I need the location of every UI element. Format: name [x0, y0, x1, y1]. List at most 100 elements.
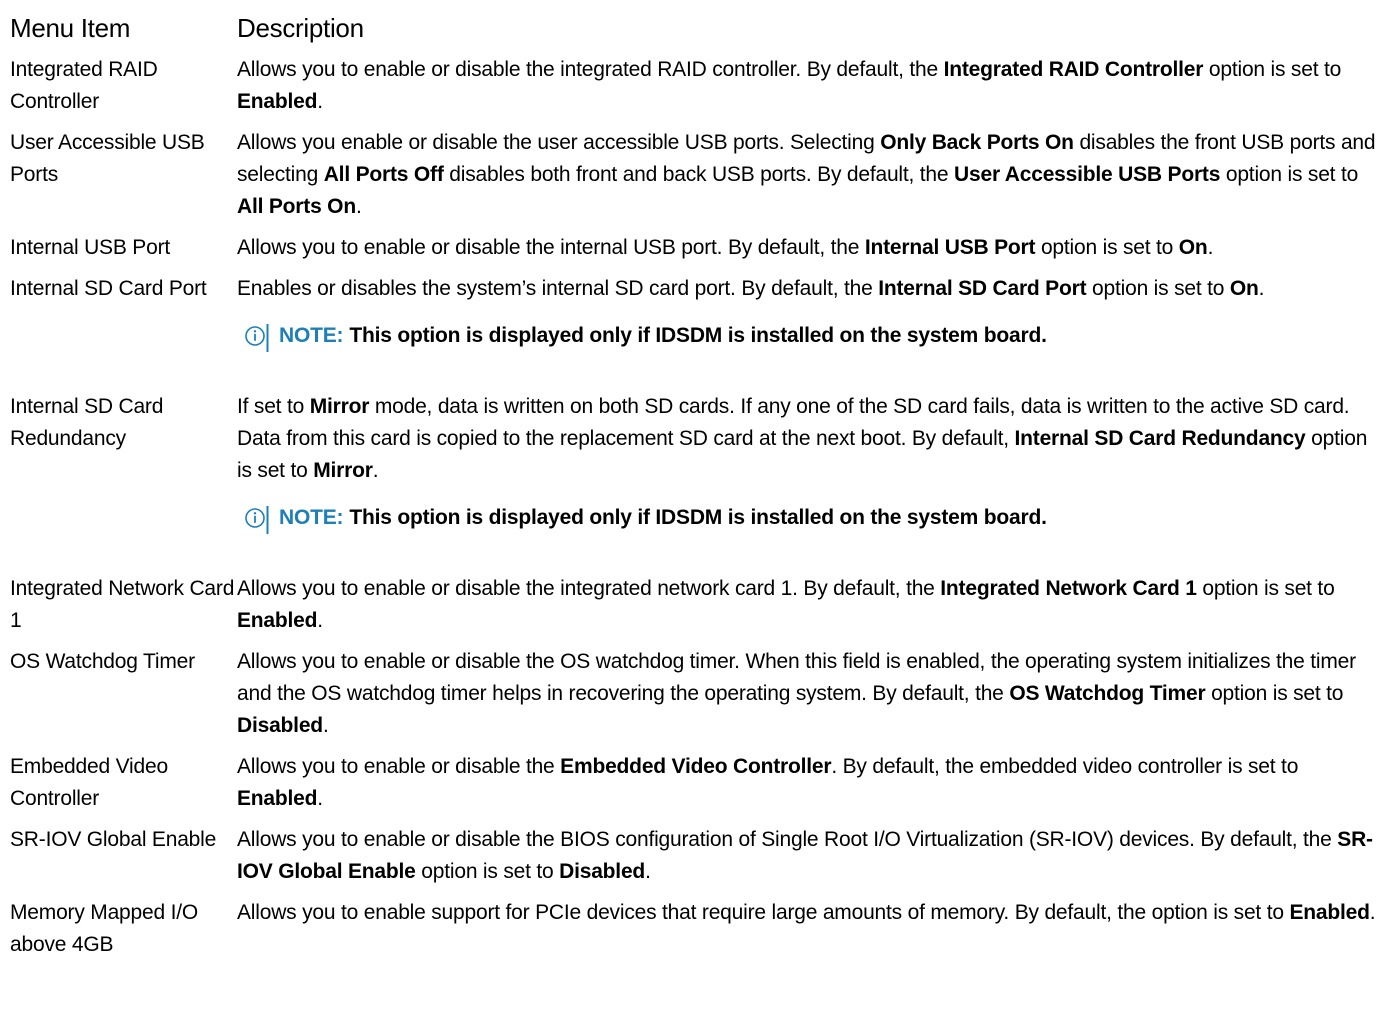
- description-segment: .: [317, 90, 323, 113]
- description-bold-term: User Accessible USB Ports: [954, 163, 1221, 186]
- info-icon: [245, 502, 269, 534]
- menu-item-description: Allows you enable or disable the user ac…: [237, 127, 1378, 223]
- description-segment: disables both front and back USB ports. …: [443, 163, 955, 186]
- description-bold-term: Internal SD Card Redundancy: [1014, 427, 1306, 450]
- description-segment: .: [317, 609, 323, 632]
- description-segment: .: [1369, 901, 1376, 924]
- menu-item-description: Allows you to enable or disable the inte…: [237, 573, 1378, 637]
- description-text: Allows you to enable or disable the inte…: [237, 232, 1378, 264]
- bios-settings-table: Menu Item Description Integrated RAID Co…: [10, 12, 1378, 970]
- menu-item-description: Allows you to enable or disable the inte…: [237, 54, 1378, 118]
- description-text: Allows you to enable or disable the inte…: [237, 573, 1378, 637]
- note-label: NOTE:: [279, 506, 344, 529]
- description-segment: option is set to: [1196, 577, 1335, 600]
- menu-item-description: Allows you to enable or disable the OS w…: [237, 646, 1378, 742]
- menu-item-name: Internal SD Card Port: [10, 277, 207, 300]
- description-bold-term: Enabled: [237, 90, 318, 113]
- menu-item-description: Allows you to enable or disable the Embe…: [237, 751, 1378, 815]
- description-bold-term: OS Watchdog Timer: [1009, 682, 1206, 705]
- description-segment: Allows you to enable or disable the: [237, 755, 561, 778]
- description-segment: option is set to: [1086, 277, 1230, 300]
- description-segment: .: [1207, 236, 1214, 259]
- description-segment: option is set to: [1035, 236, 1179, 259]
- menu-item-name: Integrated RAID Controller: [10, 58, 158, 113]
- description-bold-term: Integrated Network Card 1: [940, 577, 1197, 600]
- description-bold-term: Only Back Ports On: [880, 131, 1074, 154]
- menu-item-name: Internal SD Card Redundancy: [10, 395, 164, 450]
- description-bold-term: Integrated RAID Controller: [943, 58, 1204, 81]
- note-label: NOTE:: [279, 324, 344, 347]
- description-text: Allows you enable or disable the user ac…: [237, 127, 1378, 223]
- menu-item-name: Integrated Network Card 1: [10, 577, 235, 632]
- description-segment: .: [372, 459, 379, 482]
- description-bold-term: Internal USB Port: [864, 236, 1036, 259]
- note-callout: NOTE: This option is displayed only if ID…: [237, 320, 1378, 352]
- table-header: Menu Item Description: [10, 12, 1378, 54]
- description-segment: .: [317, 787, 323, 810]
- menu-item-description: Allows you to enable support for PCIe de…: [237, 897, 1378, 929]
- description-segment: Allows you to enable support for PCIe de…: [237, 901, 1290, 924]
- menu-item-name: User Accessible USB Ports: [10, 131, 205, 186]
- description-bold-term: On: [1178, 236, 1208, 259]
- description-text: Allows you to enable or disable the OS w…: [237, 646, 1378, 742]
- menu-item-name: Embedded Video Controller: [10, 755, 168, 810]
- menu-item-name: OS Watchdog Timer: [10, 650, 195, 673]
- description-segment: Allows you to enable or disable the inte…: [237, 236, 865, 259]
- menu-item-description: Allows you to enable or disable the inte…: [237, 232, 1378, 264]
- table-row: Internal USB Port Allows you to enable or…: [10, 232, 1378, 264]
- description-bold-term: Mirror: [313, 459, 373, 482]
- table-body: Integrated RAID Controller Allows you to …: [10, 54, 1378, 961]
- description-segment: .: [355, 195, 362, 218]
- description-text: Allows you to enable support for PCIe de…: [237, 897, 1378, 929]
- description-bold-term: Mirror: [309, 395, 370, 418]
- description-segment: Allows you to enable or disable the inte…: [237, 58, 944, 81]
- description-bold-term: All Ports Off: [323, 163, 444, 186]
- description-segment: .: [645, 860, 651, 883]
- description-segment: Enables or disables the system’s interna…: [237, 277, 879, 300]
- menu-item-name: Internal USB Port: [10, 236, 171, 259]
- table-row: OS Watchdog Timer Allows you to enable or…: [10, 646, 1378, 742]
- description-bold-term: Disabled: [559, 860, 646, 883]
- menu-item-name: Memory Mapped I/O above 4GB: [10, 901, 198, 956]
- description-text: Allows you to enable or disable the Embe…: [237, 751, 1378, 815]
- description-text: Allows you to enable or disable the inte…: [237, 54, 1378, 118]
- description-segment: option is set to: [1203, 58, 1342, 81]
- note-callout: NOTE: This option is displayed only if ID…: [237, 502, 1378, 534]
- description-text: If set to Mirror mode, data is written o…: [237, 391, 1378, 487]
- description-segment: If set to: [237, 395, 310, 418]
- description-segment: Allows you to enable or disable the inte…: [237, 577, 941, 600]
- header-menu-item: Menu Item: [10, 13, 131, 43]
- menu-item-name: SR-IOV Global Enable: [10, 828, 217, 851]
- note-text: This option is displayed only if IDSDM i…: [349, 506, 1047, 529]
- description-bold-term: Internal SD Card Port: [878, 277, 1087, 300]
- menu-item-description: Allows you to enable or disable the BIOS…: [237, 824, 1378, 888]
- description-segment: option is set to: [1205, 682, 1344, 705]
- description-text: Enables or disables the system’s interna…: [237, 273, 1378, 305]
- table-row: Integrated RAID Controller Allows you to …: [10, 54, 1378, 118]
- description-segment: .: [1258, 277, 1265, 300]
- description-segment: Allows you enable or disable the user ac…: [237, 131, 881, 154]
- table-row: SR-IOV Global Enable Allows you to enable…: [10, 824, 1378, 888]
- description-segment: Allows you to enable or disable the BIOS…: [237, 828, 1338, 851]
- description-bold-term: Enabled: [237, 609, 318, 632]
- table-row: Internal SD Card Redundancy If set to Mir…: [10, 391, 1378, 534]
- table-row: Internal SD Card Port Enables or disables…: [10, 273, 1378, 352]
- menu-item-description: Enables or disables the system’s interna…: [237, 273, 1378, 352]
- table-row: Integrated Network Card 1 Allows you to e…: [10, 573, 1378, 637]
- table-row: User Accessible USB Ports Allows you enab…: [10, 127, 1378, 223]
- description-segment: option is set to: [1220, 163, 1359, 186]
- description-segment: .: [322, 714, 329, 737]
- description-bold-term: Embedded Video Controller: [560, 755, 832, 778]
- description-bold-term: Enabled: [237, 787, 318, 810]
- description-bold-term: On: [1229, 277, 1259, 300]
- note-text: This option is displayed only if IDSDM i…: [349, 324, 1047, 347]
- description-bold-term: Enabled: [1289, 901, 1370, 924]
- table-row: Embedded Video Controller Allows you to e…: [10, 751, 1378, 815]
- description-bold-term: All Ports On: [237, 195, 356, 218]
- description-segment: . By default, the embedded video control…: [831, 755, 1299, 778]
- description-segment: option is set to: [415, 860, 560, 883]
- description-bold-term: Disabled: [237, 714, 323, 737]
- table-row: Memory Mapped I/O above 4GB Allows you to…: [10, 897, 1378, 961]
- description-text: Allows you to enable or disable the BIOS…: [237, 824, 1378, 888]
- menu-item-description: If set to Mirror mode, data is written o…: [237, 391, 1378, 534]
